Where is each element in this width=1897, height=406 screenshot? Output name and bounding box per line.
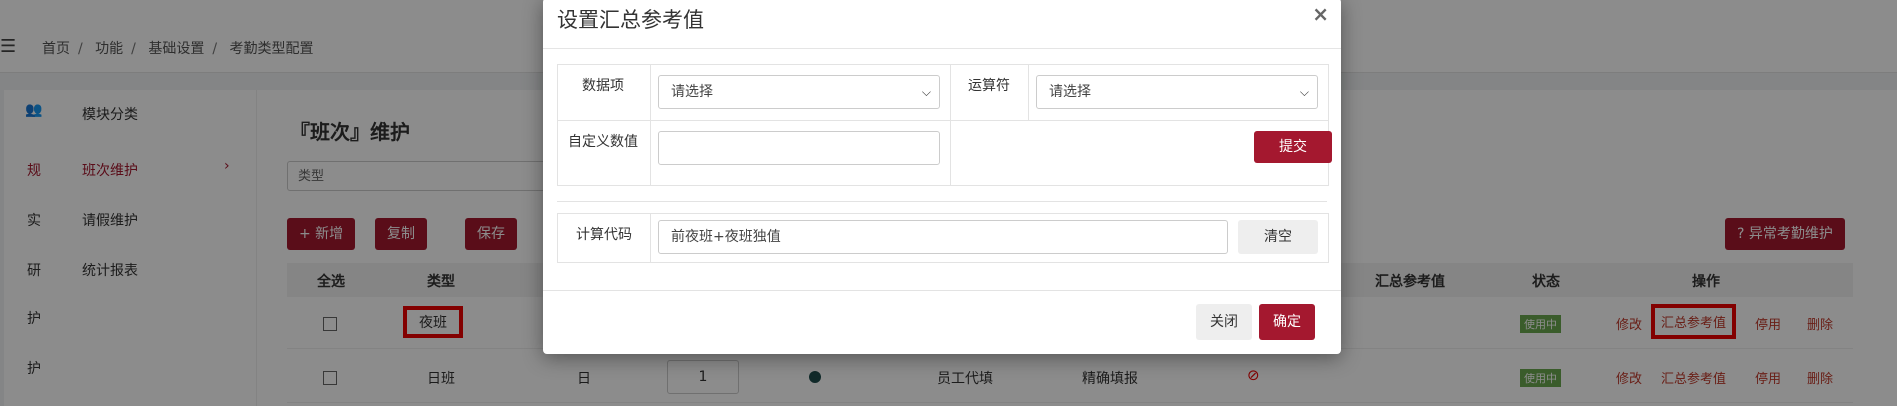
- operator-label: 运算符: [968, 78, 1010, 94]
- data-item-value: 请选择: [671, 84, 713, 100]
- close-icon[interactable]: ×: [1312, 2, 1329, 26]
- summary-ref-modal: 设置汇总参考值 × 数据项 请选择 ⌵ 运算符 请选择 ⌵ 自定义数值 提交 计…: [543, 0, 1341, 354]
- clear-button[interactable]: 清空: [1238, 220, 1318, 254]
- modal-title: 设置汇总参考值: [557, 8, 704, 32]
- form-grid: 数据项 请选择 ⌵ 运算符 请选择 ⌵ 自定义数值 提交: [557, 64, 1332, 186]
- operator-value: 请选择: [1049, 84, 1091, 100]
- divider: [543, 48, 1341, 49]
- submit-button[interactable]: 提交: [1254, 131, 1332, 163]
- calc-code-row: 计算代码 前夜班+夜班独值 清空: [557, 213, 1329, 263]
- data-item-label: 数据项: [582, 78, 624, 94]
- confirm-button[interactable]: 确定: [1259, 304, 1315, 340]
- operator-select[interactable]: 请选择 ⌵: [1036, 75, 1318, 109]
- calc-code-label: 计算代码: [576, 227, 632, 243]
- chevron-down-icon: ⌵: [921, 85, 931, 99]
- custom-value-input[interactable]: [658, 131, 940, 165]
- close-button[interactable]: 关闭: [1196, 304, 1252, 340]
- calc-code-input[interactable]: 前夜班+夜班独值: [658, 220, 1228, 254]
- custom-value-label: 自定义数值: [568, 134, 638, 150]
- data-item-select[interactable]: 请选择 ⌵: [658, 75, 940, 109]
- chevron-down-icon: ⌵: [1299, 85, 1309, 99]
